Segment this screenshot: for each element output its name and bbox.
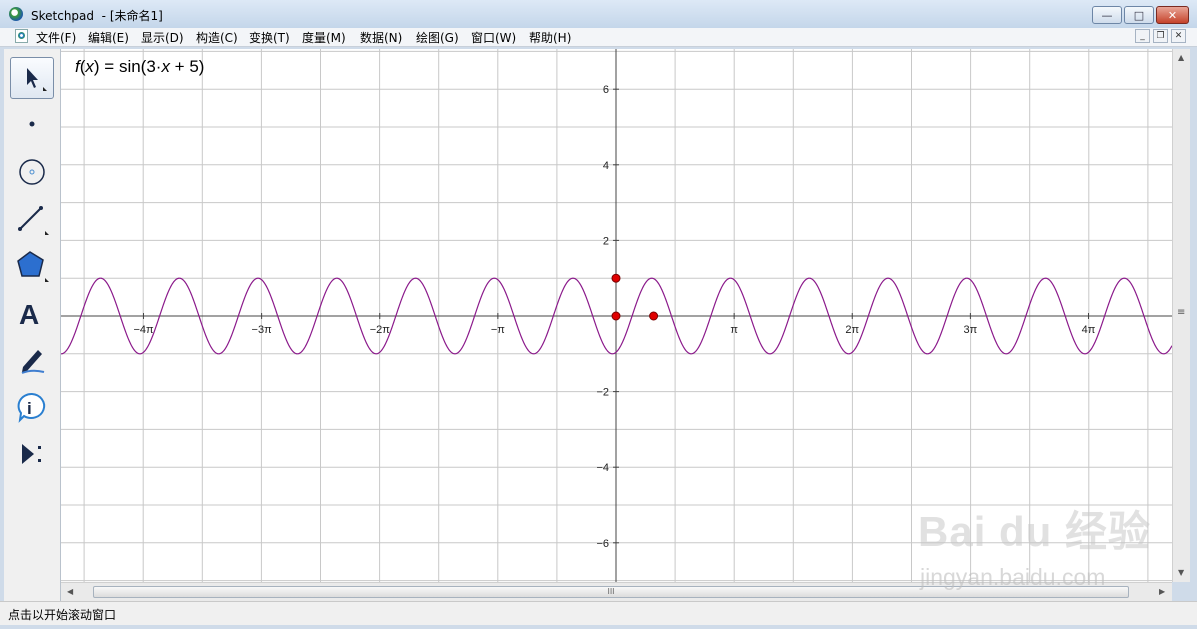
function-graph[interactable]: −4π −3π −2π −π π 2π 3π 4π 6 4 2 −2 −4 −6 [61,49,1172,582]
restore-button[interactable]: □ [1124,6,1154,24]
horizontal-scrollbar[interactable]: ◀ III ▶ [61,582,1172,602]
status-text: 点击以开始滚动窗口 [8,608,117,622]
point-icon [29,121,35,127]
compass-tool[interactable] [10,151,54,193]
scroll-left-icon[interactable]: ◀ [67,587,73,596]
marker-icon [21,350,45,374]
x-tick-label: −π [491,324,505,336]
custom-tools-icon [22,444,41,464]
graph-points [611,273,659,321]
arrow-select-icon [27,68,47,91]
close-button[interactable]: ✕ [1156,6,1189,24]
restore-icon: □ [1133,8,1145,22]
y-tick-label: 2 [603,235,609,247]
horizontal-scroll-thumb[interactable]: III [93,586,1129,598]
x-tick-label: π [730,324,738,336]
information-tool[interactable]: i [10,386,54,428]
text-tool[interactable]: A [10,292,54,334]
y-tick-label: 4 [603,160,609,172]
straightedge-icon [18,206,49,235]
menu-measure[interactable]: 度量(M) [302,29,346,46]
y-tick-label: 6 [603,84,609,96]
graph-point[interactable] [649,311,659,321]
marker-tool[interactable] [10,339,54,381]
x-tick-label: 3π [964,324,978,336]
custom-tools[interactable] [10,433,54,475]
svg-text:A: A [19,299,39,329]
vertical-scrollbar[interactable]: ▲ ≡ ▼ [1172,49,1190,582]
y-tick-label: −4 [596,462,609,474]
scroll-down-icon[interactable]: ▼ [1178,568,1184,577]
minimize-button[interactable]: — [1092,6,1122,24]
toolbox: A i [4,49,61,601]
sketch-canvas[interactable]: −4π −3π −2π −π π 2π 3π 4π 6 4 2 −2 −4 −6 f(x) = sin(3… [61,49,1172,582]
menu-bar: 文件(F) 编辑(E) 显示(D) 构造(C) 变换(T) 度量(M) 数据(N… [0,28,1197,47]
mdi-close-icon: ✕ [1174,31,1183,41]
x-tick-label: 4π [1082,324,1096,336]
text-icon: A [19,299,39,329]
compass-icon [19,159,45,185]
menu-help[interactable]: 帮助(H) [529,29,571,46]
point-tool[interactable] [10,103,54,145]
title-bar: Sketchpad - [未命名1] — □ ✕ [0,0,1197,29]
graph-point[interactable] [611,273,621,283]
vertical-grip[interactable]: ≡ [1177,307,1185,318]
document-icon[interactable] [15,29,28,43]
polygon-tool[interactable] [10,245,54,287]
mdi-restore-icon: ❐ [1156,31,1165,41]
svg-text:i: i [27,399,32,418]
polygon-icon [17,251,49,282]
menu-display[interactable]: 显示(D) [141,29,184,46]
x-tick-label: −3π [252,324,273,336]
scroll-right-icon[interactable]: ▶ [1159,587,1165,596]
y-tick-label: −2 [596,387,609,399]
mdi-minimize-button[interactable]: _ [1135,29,1150,43]
scroll-up-icon[interactable]: ▲ [1178,53,1184,62]
sketchpad-app-icon[interactable] [9,7,23,21]
horizontal-grip: III [607,587,615,596]
menu-data[interactable]: 数据(N) [360,29,402,46]
status-bar: 点击以开始滚动窗口 [0,601,1197,625]
x-tick-label: 2π [845,324,859,336]
minimize-icon: — [1101,8,1113,22]
close-icon: ✕ [1167,8,1178,22]
information-icon: i [17,392,46,423]
menu-transform[interactable]: 变换(T) [249,29,290,46]
menu-construct[interactable]: 构造(C) [196,29,238,46]
mdi-restore-button[interactable]: ❐ [1153,29,1168,43]
menu-graph[interactable]: 绘图(G) [416,29,459,46]
mdi-close-button[interactable]: ✕ [1171,29,1186,43]
graph-point[interactable] [611,311,621,321]
menu-window[interactable]: 窗口(W) [471,29,516,46]
window-title: Sketchpad - [未命名1] [31,9,163,23]
y-tick-label: −6 [596,538,609,550]
menu-file[interactable]: 文件(F) [36,29,76,46]
x-tick-label: −4π [133,324,154,336]
function-label[interactable]: f(x) = sin(3·x + 5) [75,57,204,77]
x-tick-label: −2π [370,324,391,336]
menu-edit[interactable]: 编辑(E) [88,29,129,46]
straightedge-tool[interactable] [10,198,54,240]
mdi-minimize-icon: _ [1140,31,1145,41]
arrow-select-tool[interactable] [10,57,54,99]
